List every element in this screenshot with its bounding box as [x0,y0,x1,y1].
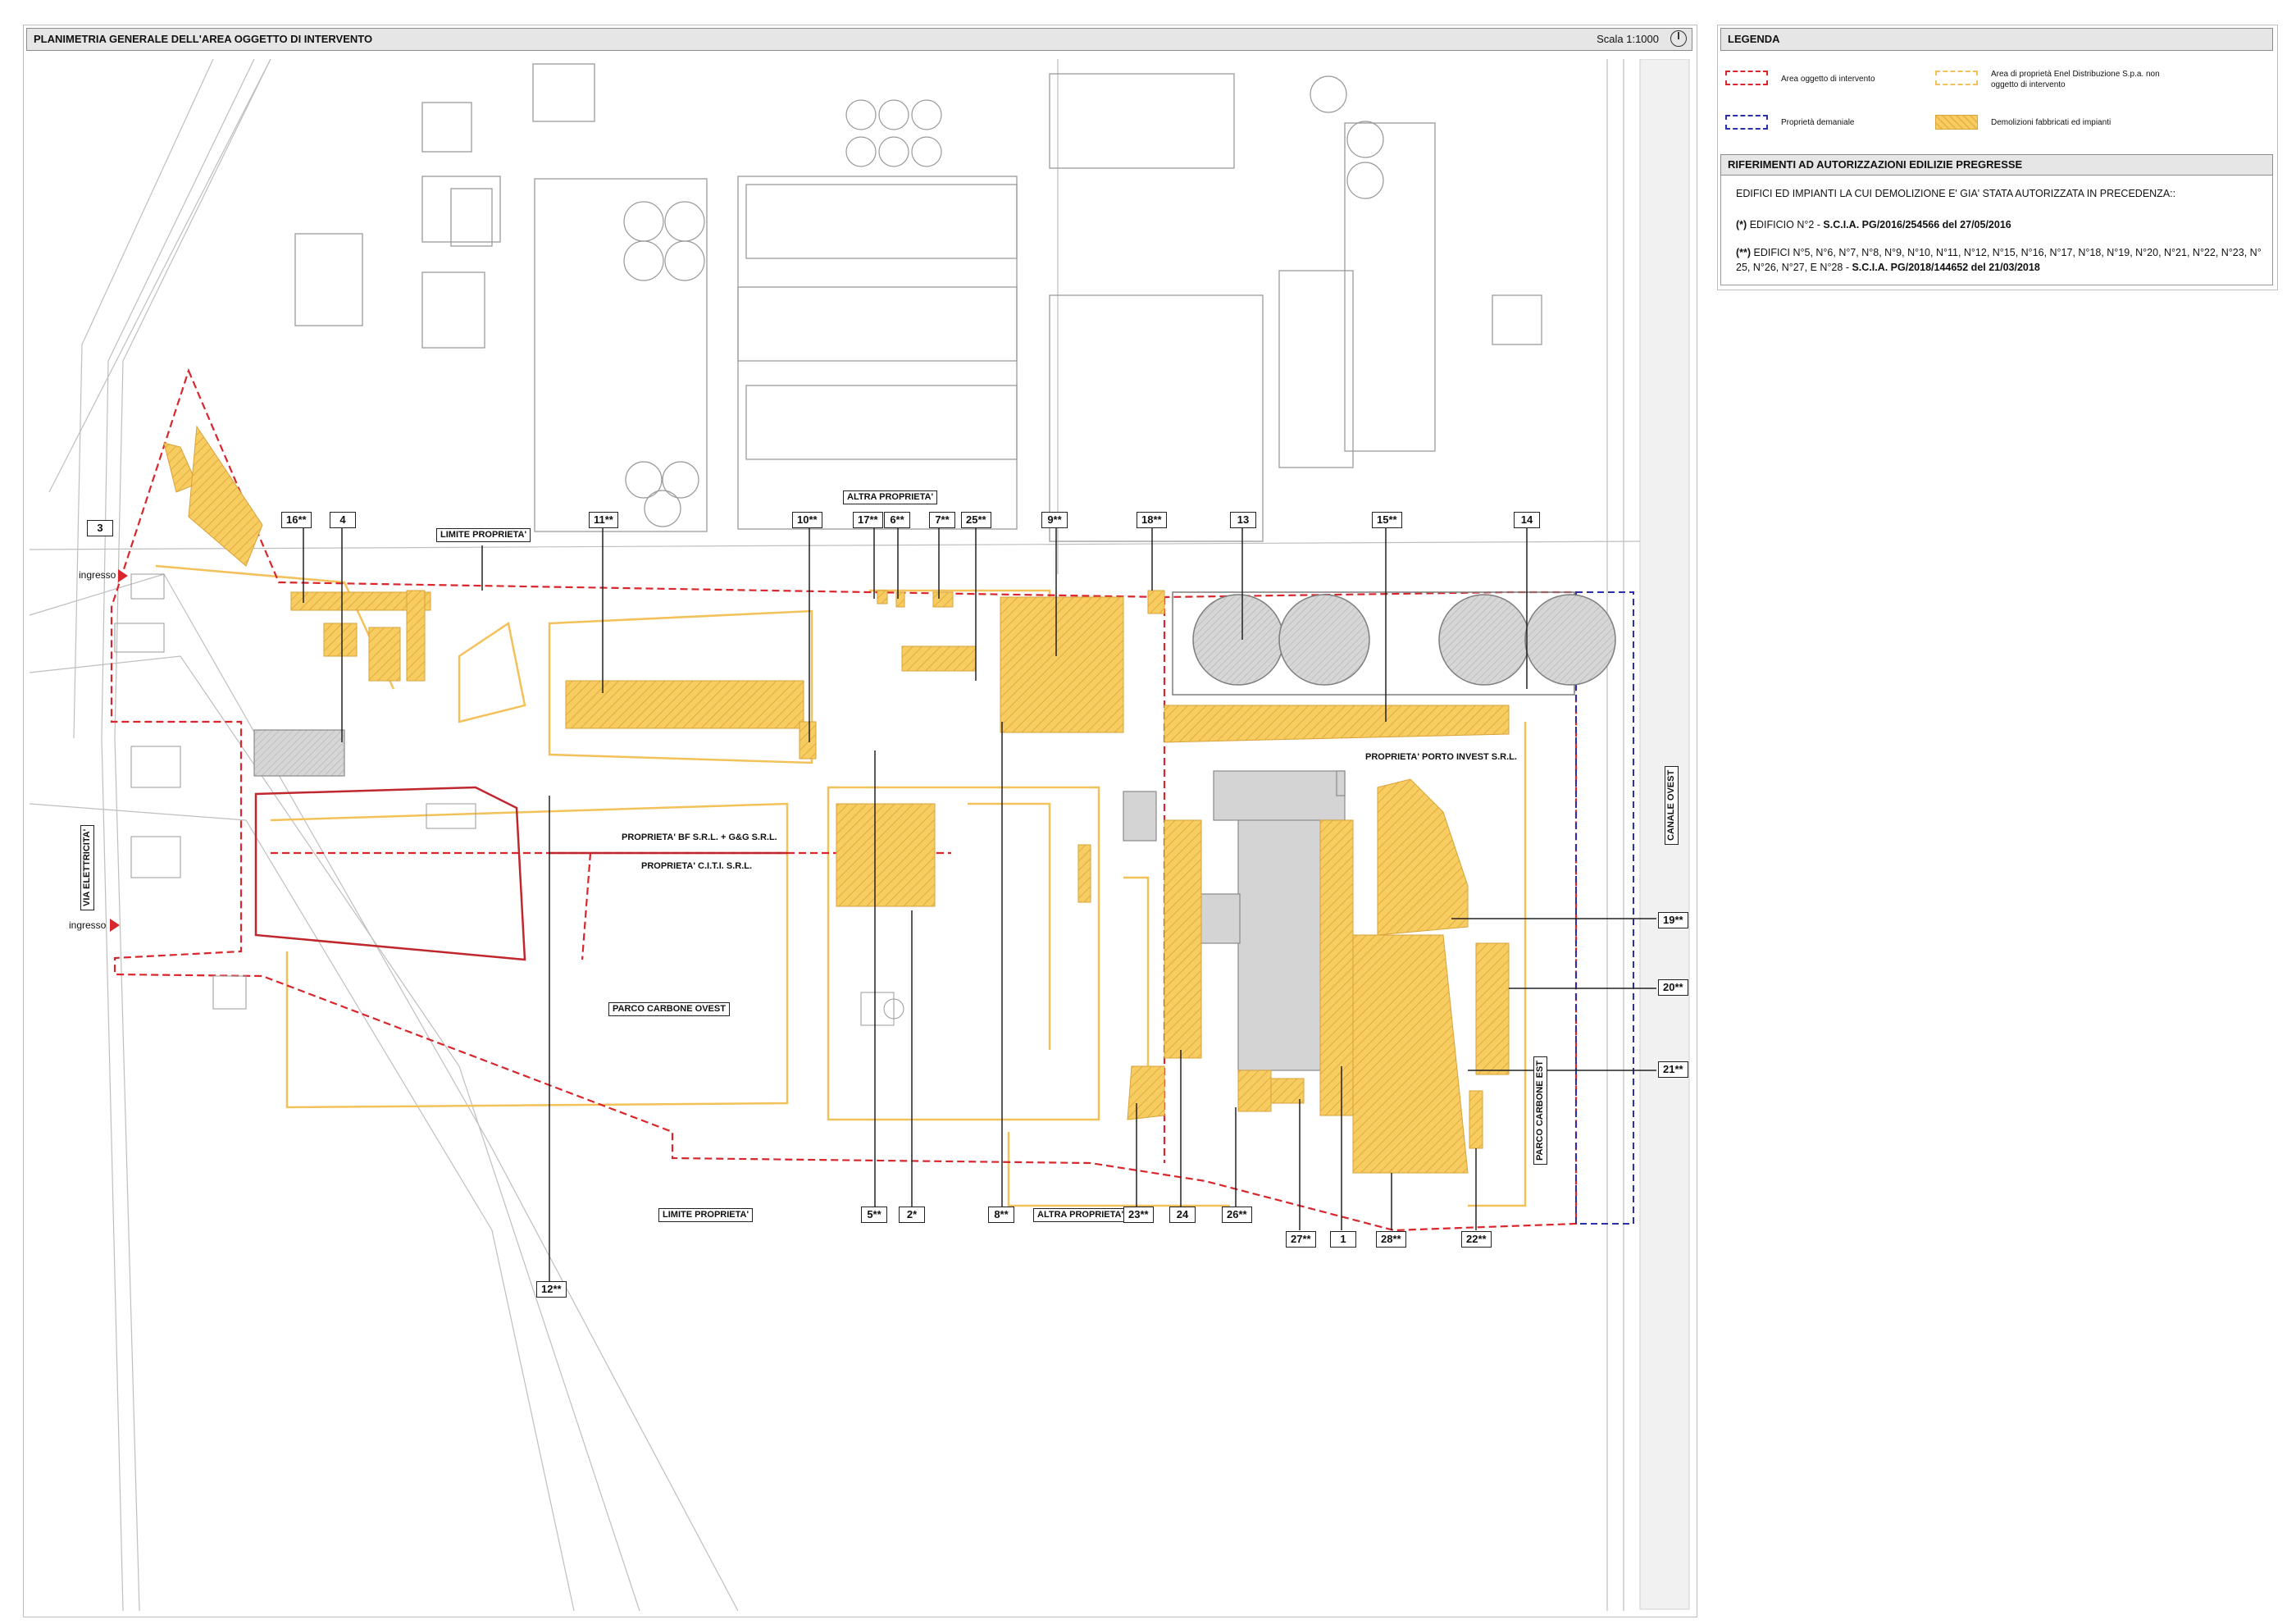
label-limite-proprieta-south: LIMITE PROPRIETA' [658,1208,754,1222]
label-via-elettricita: VIA ELETTRICITA' [80,824,94,910]
reference-2-marker: (**) [1736,247,1752,258]
legend-swatch-intervento [1725,71,1768,85]
building-tag-25: 25** [961,512,991,528]
label-parco-carbone-est: PARCO CARBONE EST [1533,1056,1547,1165]
building-tag-17: 17** [853,512,883,528]
building-tag-28: 28** [1376,1231,1406,1248]
building-tag-5: 5** [861,1207,887,1223]
label-limite-proprieta-north: LIMITE PROPRIETA' [436,528,531,542]
building-tag-6: 6** [884,512,910,528]
building-tag-14: 14 [1514,512,1540,528]
label-altra-proprieta-south: ALTRA PROPRIETA' [1033,1208,1128,1222]
demanial-boundary [1575,591,1634,1225]
site-tanks [1172,591,1616,696]
north-arrow-icon [1670,30,1687,47]
legend-swatch-demaniale [1725,115,1768,130]
building-tag-4: 4 [330,512,356,528]
building-tag-24: 24 [1169,1207,1196,1223]
building-tag-18: 18** [1137,512,1167,528]
plan-header: PLANIMETRIA GENERALE DELL'AREA OGGETTO D… [26,28,1692,51]
building-tag-8: 8** [988,1207,1014,1223]
references-box: RIFERIMENTI AD AUTORIZZAZIONI EDILIZIE P… [1720,154,2273,285]
reference-1-text: EDIFICIO N°2 - [1749,219,1824,230]
label-ingresso-south: ingresso [69,919,107,931]
reference-1-auth: S.C.I.A. PG/2016/254566 del 27/05/2016 [1823,219,2011,230]
reference-1: (*) EDIFICIO N°2 - S.C.I.A. PG/2016/2545… [1736,219,2011,230]
page-title: PLANIMETRIA GENERALE DELL'AREA OGGETTO D… [34,33,373,45]
entrance-marker-north [118,569,128,582]
reference-2-auth: S.C.I.A. PG/2018/144652 del 21/03/2018 [1852,262,2040,273]
legend-swatch-demolizioni [1935,115,1978,130]
legend-label-enel: Area di proprietà Enel Distribuzione S.p… [1991,70,2160,89]
legend-label-demaniale: Proprietà demaniale [1781,118,1855,127]
reference-2-text-line1: EDIFICI N°5, N°6, N°7, N°8, N°9, N°10, N… [1753,247,2262,258]
label-citi-srl: PROPRIETA' C.I.T.I. S.R.L. [641,861,753,871]
label-bf-srl: PROPRIETA' BF S.R.L. + G&G S.R.L. [622,833,777,842]
building-tag-10: 10** [792,512,822,528]
references-intro: EDIFICI ED IMPIANTI LA CUI DEMOLIZIONE E… [1736,188,2176,199]
legend-header: LEGENDA [1720,28,2273,51]
legend-title: LEGENDA [1728,33,1780,45]
building-tag-20: 20** [1658,979,1688,996]
reference-2-line1: (**) EDIFICI N°5, N°6, N°7, N°8, N°9, N°… [1736,247,2262,258]
site-plan [29,59,1690,1611]
references-title: RIFERIMENTI AD AUTORIZZAZIONI EDILIZIE P… [1728,158,2023,171]
reference-1-marker: (*) [1736,219,1747,230]
building-tag-21: 21** [1658,1061,1688,1078]
building-tag-26: 26** [1222,1207,1252,1223]
northern-buildings [294,63,1542,542]
reference-2-text-line2: 25, N°26, N°27, E N°28 - [1736,262,1852,273]
legend-swatch-enel [1935,71,1978,85]
label-porto-invest: PROPRIETA' PORTO INVEST S.R.L. [1365,752,1517,762]
references-header: RIFERIMENTI AD AUTORIZZAZIONI EDILIZIE P… [1720,154,2273,176]
building-tag-19: 19** [1658,912,1688,928]
building-tag-3: 3 [87,520,113,536]
building-tag-15: 15** [1372,512,1402,528]
label-canale-ovest: CANALE OVEST [1665,765,1679,845]
building-tag-12: 12** [536,1281,567,1298]
building-tag-22: 22** [1461,1231,1492,1248]
building-tag-9: 9** [1041,512,1068,528]
entrance-marker-south [110,919,120,932]
label-parco-carbone-ovest: PARCO CARBONE OVEST [608,1002,730,1016]
building-tag-16: 16** [281,512,312,528]
building-tag-11: 11** [589,512,618,528]
legend-label-demolizioni: Demolizioni fabbricati ed impianti [1991,118,2112,127]
building-tag-13: 13 [1230,512,1256,528]
building-tag-7: 7** [929,512,955,528]
scale-label: Scala 1:1000 [1597,33,1659,45]
reference-2-line2: 25, N°26, N°27, E N°28 - S.C.I.A. PG/201… [1736,262,2040,273]
building-tag-27: 27** [1286,1231,1316,1248]
building-tag-1: 1 [1330,1231,1356,1248]
building-tag-23: 23** [1123,1207,1154,1223]
building-tag-2: 2* [899,1207,925,1223]
label-altra-proprieta-north: ALTRA PROPRIETA' [843,490,938,504]
legend-label-intervento: Area oggetto di intervento [1781,75,1875,84]
label-ingresso-north: ingresso [79,569,116,581]
